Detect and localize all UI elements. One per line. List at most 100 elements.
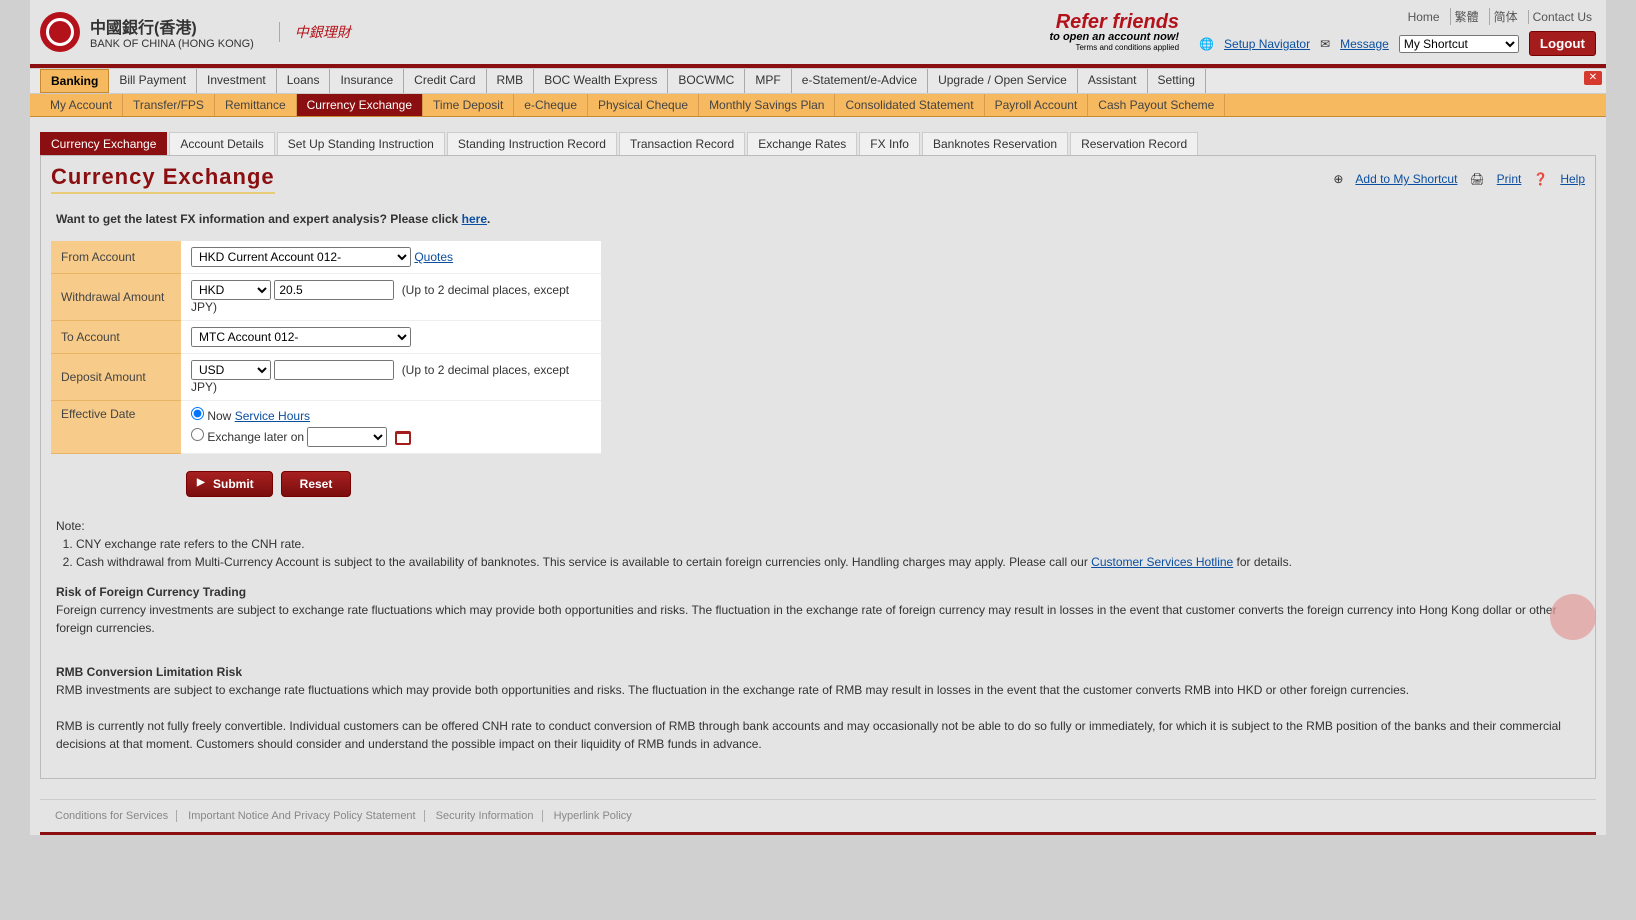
nav-bocwmc[interactable]: BOCWMC [668,69,745,93]
submit-button[interactable]: Submit [186,471,273,497]
risk-fx-title: Risk of Foreign Currency Trading [56,583,1580,601]
customer-service-hotline-link[interactable]: Customer Services Hotline [1091,555,1233,569]
print-link[interactable]: Print [1497,172,1522,186]
risk-fx-body: Foreign currency investments are subject… [56,601,1580,637]
globe-icon: 🌐 [1199,37,1214,51]
effective-now-radio[interactable] [191,407,204,420]
fx-info-here-link[interactable]: here [462,212,487,226]
tab-fx-info[interactable]: FX Info [859,132,920,155]
from-account-select[interactable]: HKD Current Account 012- [191,247,411,267]
to-account-select[interactable]: MTC Account 012- [191,327,411,347]
note-item-2: Cash withdrawal from Multi-Currency Acco… [76,553,1580,571]
from-account-label: From Account [51,241,181,274]
subnav-cash-payout[interactable]: Cash Payout Scheme [1088,94,1225,116]
bank-name-english: BANK OF CHINA (HONG KONG) [90,38,254,50]
contact-us-link[interactable]: Contact Us [1528,10,1596,24]
nav-wealth-express[interactable]: BOC Wealth Express [534,69,668,93]
service-hours-link[interactable]: Service Hours [235,409,310,423]
page-actions: ⊕ Add to My Shortcut 🖨 Print ❓ Help [1333,172,1585,186]
lang-simp-link[interactable]: 简体 [1489,8,1522,25]
quotes-link[interactable]: Quotes [414,250,453,264]
to-account-label: To Account [51,321,181,354]
subnav-payroll[interactable]: Payroll Account [985,94,1089,116]
subnav-my-account[interactable]: My Account [40,94,123,116]
promo-title: Refer friends [1050,13,1180,31]
deposit-amount-label: Deposit Amount [51,354,181,401]
nav-estatement[interactable]: e-Statement/e-Advice [792,69,928,93]
promo-subtitle: to open an account now! [1050,31,1180,43]
footer-privacy[interactable]: Important Notice And Privacy Policy Stat… [180,810,424,822]
tab-exchange-rates[interactable]: Exchange Rates [747,132,857,155]
home-link[interactable]: Home [1404,10,1444,24]
content-box: Currency Exchange ⊕ Add to My Shortcut 🖨… [40,155,1596,779]
subnav-physical-cheque[interactable]: Physical Cheque [588,94,699,116]
nav-credit-card[interactable]: Credit Card [404,69,486,93]
tab-standing-record[interactable]: Standing Instruction Record [447,132,617,155]
envelope-icon: ✉ [1320,37,1330,51]
now-label: Now [207,409,231,423]
calendar-icon[interactable] [395,431,411,445]
tab-banknotes-reservation[interactable]: Banknotes Reservation [922,132,1068,155]
top-header: 中國銀行(香港) BANK OF CHINA (HONG KONG) 中銀理財 … [30,0,1606,68]
withdrawal-amount-label: Withdrawal Amount [51,274,181,321]
notes-heading: Note: [56,517,1580,535]
footer-links: Conditions for Services Important Notice… [40,799,1596,835]
shortcut-icon: ⊕ [1333,172,1343,186]
deposit-amount-input[interactable] [274,360,394,380]
deposit-ccy-select[interactable]: USD [191,360,271,380]
top-meta-links: Home 繁體 简体 Contact Us [1404,8,1596,25]
intro-suffix: . [487,212,490,226]
note-item-1: CNY exchange rate refers to the CNH rate… [76,535,1580,553]
subnav-time-deposit[interactable]: Time Deposit [423,94,514,116]
nav-investment[interactable]: Investment [197,69,277,93]
nav-banking[interactable]: Banking [40,69,109,93]
subnav-echeque[interactable]: e-Cheque [514,94,588,116]
nav-setting[interactable]: Setting [1148,69,1206,93]
close-icon[interactable]: ✕ [1584,71,1602,85]
footer-conditions[interactable]: Conditions for Services [55,810,177,822]
nav-loans[interactable]: Loans [277,69,331,93]
nav-bill-payment[interactable]: Bill Payment [109,69,197,93]
reset-button[interactable]: Reset [281,471,352,497]
subnav-currency-exchange[interactable]: Currency Exchange [297,94,423,116]
nav-assistant[interactable]: Assistant [1078,69,1148,93]
shortcut-select[interactable]: My Shortcut [1399,35,1519,53]
bank-logo-icon [40,12,80,52]
subnav-savings-plan[interactable]: Monthly Savings Plan [699,94,835,116]
nav-upgrade[interactable]: Upgrade / Open Service [928,69,1078,93]
footer-hyperlink[interactable]: Hyperlink Policy [546,810,640,822]
tab-transaction-record[interactable]: Transaction Record [619,132,745,155]
subnav-consolidated-statement[interactable]: Consolidated Statement [835,94,984,116]
add-shortcut-link[interactable]: Add to My Shortcut [1355,172,1457,186]
logout-button[interactable]: Logout [1529,31,1596,56]
withdraw-amount-input[interactable] [274,280,394,300]
effective-date-label: Effective Date [51,401,181,454]
risk-rmb-body2: RMB is currently not fully freely conver… [56,717,1580,753]
promo-banner[interactable]: Refer friends to open an account now! Te… [1050,13,1180,52]
help-link[interactable]: Help [1560,172,1585,186]
tab-account-details[interactable]: Account Details [169,132,274,155]
nav-insurance[interactable]: Insurance [330,69,404,93]
online-chat-icon[interactable] [1550,594,1596,640]
lang-trad-link[interactable]: 繁體 [1450,8,1483,25]
effective-later-radio[interactable] [191,428,204,441]
footer-security[interactable]: Security Information [428,810,543,822]
subnav-remittance[interactable]: Remittance [215,94,297,116]
subnav-transfer[interactable]: Transfer/FPS [123,94,215,116]
nav-rmb[interactable]: RMB [487,69,535,93]
notes-section: Note: CNY exchange rate refers to the CN… [41,497,1595,763]
logo-area: 中國銀行(香港) BANK OF CHINA (HONG KONG) 中銀理財 [40,12,351,52]
help-icon: ❓ [1533,172,1548,186]
withdraw-ccy-select[interactable]: HKD [191,280,271,300]
intro-text: Want to get the latest FX information an… [41,202,1595,236]
setup-navigator-link[interactable]: Setup Navigator [1224,37,1310,51]
tab-currency-exchange[interactable]: Currency Exchange [40,132,167,155]
tab-setup-standing[interactable]: Set Up Standing Instruction [277,132,445,155]
nav-mpf[interactable]: MPF [745,69,791,93]
tab-reservation-record[interactable]: Reservation Record [1070,132,1198,155]
message-link[interactable]: Message [1340,37,1389,51]
later-date-select[interactable] [307,427,387,447]
intro-prefix: Want to get the latest FX information an… [56,212,462,226]
main-nav: Banking Bill Payment Investment Loans In… [30,68,1606,94]
wealth-mgmt-logo: 中銀理財 [279,22,351,42]
